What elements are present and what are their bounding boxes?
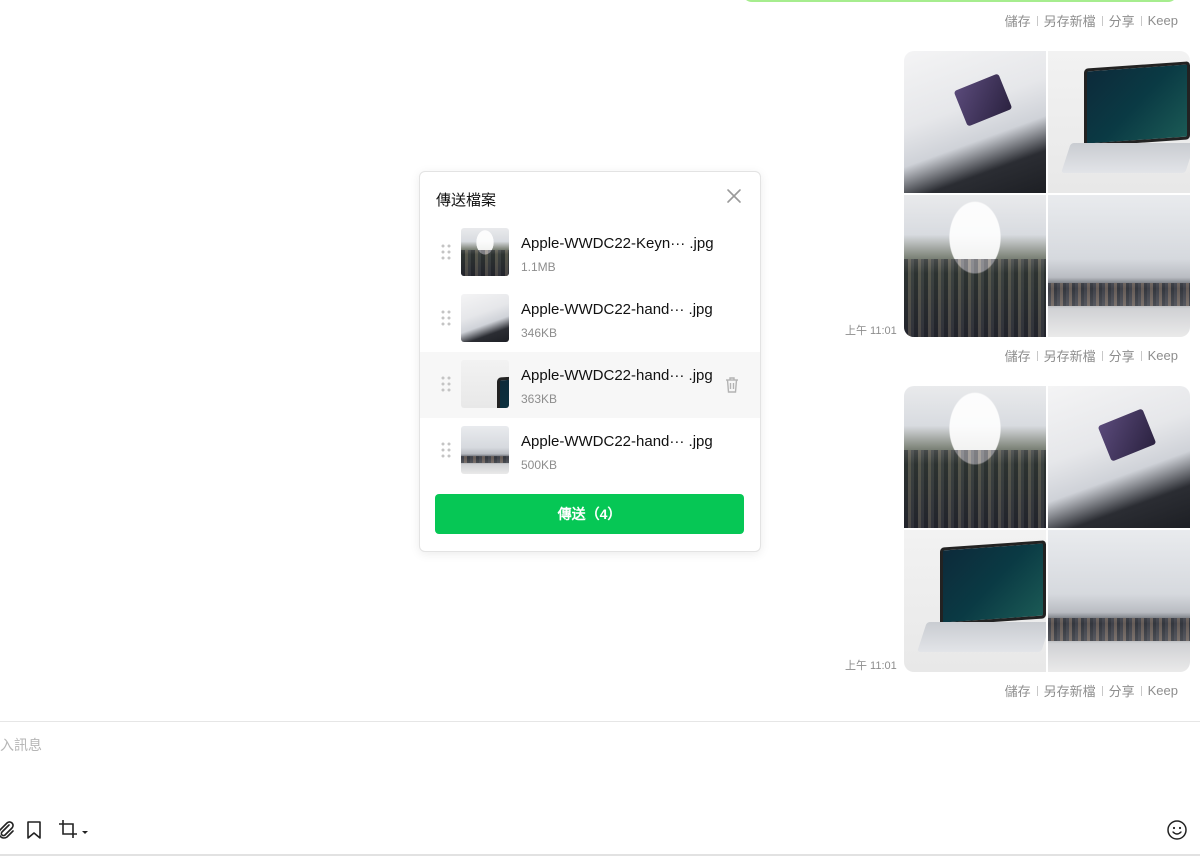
- photo-wide-crowd[interactable]: [1048, 195, 1190, 337]
- photo-hand-holding-macbook[interactable]: [904, 51, 1046, 193]
- share-action[interactable]: 分享: [1103, 346, 1141, 365]
- file-size: 346KB: [521, 326, 558, 340]
- file-name: Apple-WWDC22-hand··· .jpg: [521, 367, 713, 384]
- send-button[interactable]: 傳送（4）: [435, 494, 744, 534]
- photo-hand-holding-macbook[interactable]: [1048, 386, 1190, 528]
- file-list: Apple-WWDC22-Keyn··· .jpg 1.1MB Apple-WW…: [420, 220, 760, 484]
- file-thumbnail: [461, 426, 509, 474]
- message-actions-top: 儲存 另存新檔 分享 Keep: [999, 11, 1178, 30]
- photo-album[interactable]: [904, 386, 1190, 672]
- message-time: 上午 11:01: [845, 660, 897, 672]
- keep-action[interactable]: Keep: [1142, 348, 1178, 363]
- save-as-action[interactable]: 另存新檔: [1038, 346, 1102, 365]
- emoji-icon[interactable]: [1165, 818, 1189, 842]
- file-name: Apple-WWDC22-hand··· .jpg: [521, 301, 713, 318]
- bookmark-icon[interactable]: [22, 818, 46, 842]
- message-input[interactable]: 入訊息: [0, 735, 42, 755]
- share-action[interactable]: 分享: [1103, 11, 1141, 30]
- file-list-item[interactable]: Apple-WWDC22-hand··· .jpg 346KB: [420, 286, 760, 352]
- file-thumbnail: [461, 360, 509, 408]
- crop-icon[interactable]: [56, 818, 92, 842]
- file-thumbnail: [461, 228, 509, 276]
- save-action[interactable]: 儲存: [999, 681, 1037, 700]
- save-action[interactable]: 儲存: [999, 11, 1037, 30]
- file-thumbnail: [461, 294, 509, 342]
- file-size: 1.1MB: [521, 260, 556, 274]
- drag-handle-icon[interactable]: [441, 376, 451, 392]
- file-list-item[interactable]: Apple-WWDC22-Keyn··· .jpg 1.1MB: [420, 220, 760, 286]
- photo-laptop-keynote[interactable]: [904, 530, 1046, 672]
- message-actions: 儲存 另存新檔 分享 Keep: [999, 346, 1178, 365]
- input-toolbar: [0, 818, 1200, 844]
- photo-crowd-auditorium[interactable]: [904, 195, 1046, 337]
- keep-action[interactable]: Keep: [1142, 13, 1178, 28]
- photo-crowd-auditorium[interactable]: [904, 386, 1046, 528]
- paperclip-icon[interactable]: [0, 818, 18, 842]
- drag-handle-icon[interactable]: [441, 244, 451, 260]
- save-as-action[interactable]: 另存新檔: [1038, 11, 1102, 30]
- previous-message-bubble[interactable]: [742, 0, 1178, 2]
- message-time: 上午 11:01: [845, 325, 897, 337]
- share-action[interactable]: 分享: [1103, 681, 1141, 700]
- file-size: 363KB: [521, 392, 558, 406]
- photo-album[interactable]: [904, 51, 1190, 337]
- file-size: 500KB: [521, 458, 558, 472]
- file-name: Apple-WWDC22-Keyn··· .jpg: [521, 235, 714, 252]
- input-divider: [0, 721, 1200, 722]
- save-action[interactable]: 儲存: [999, 346, 1037, 365]
- keep-action[interactable]: Keep: [1142, 683, 1178, 698]
- send-file-dialog: 傳送檔案 Apple-WWDC22-Keyn··· .jpg 1.1MB App…: [419, 171, 761, 552]
- save-as-action[interactable]: 另存新檔: [1038, 681, 1102, 700]
- drag-handle-icon[interactable]: [441, 442, 451, 458]
- trash-icon[interactable]: [724, 376, 740, 394]
- file-list-item[interactable]: Apple-WWDC22-hand··· .jpg 500KB: [420, 418, 760, 484]
- message-actions: 儲存 另存新檔 分享 Keep: [999, 681, 1178, 700]
- close-icon[interactable]: [724, 186, 744, 206]
- file-name: Apple-WWDC22-hand··· .jpg: [521, 433, 713, 450]
- photo-laptop-keynote[interactable]: [1048, 51, 1190, 193]
- dialog-title: 傳送檔案: [436, 192, 497, 209]
- drag-handle-icon[interactable]: [441, 310, 451, 326]
- file-list-item[interactable]: Apple-WWDC22-hand··· .jpg 363KB: [420, 352, 760, 418]
- photo-wide-crowd[interactable]: [1048, 530, 1190, 672]
